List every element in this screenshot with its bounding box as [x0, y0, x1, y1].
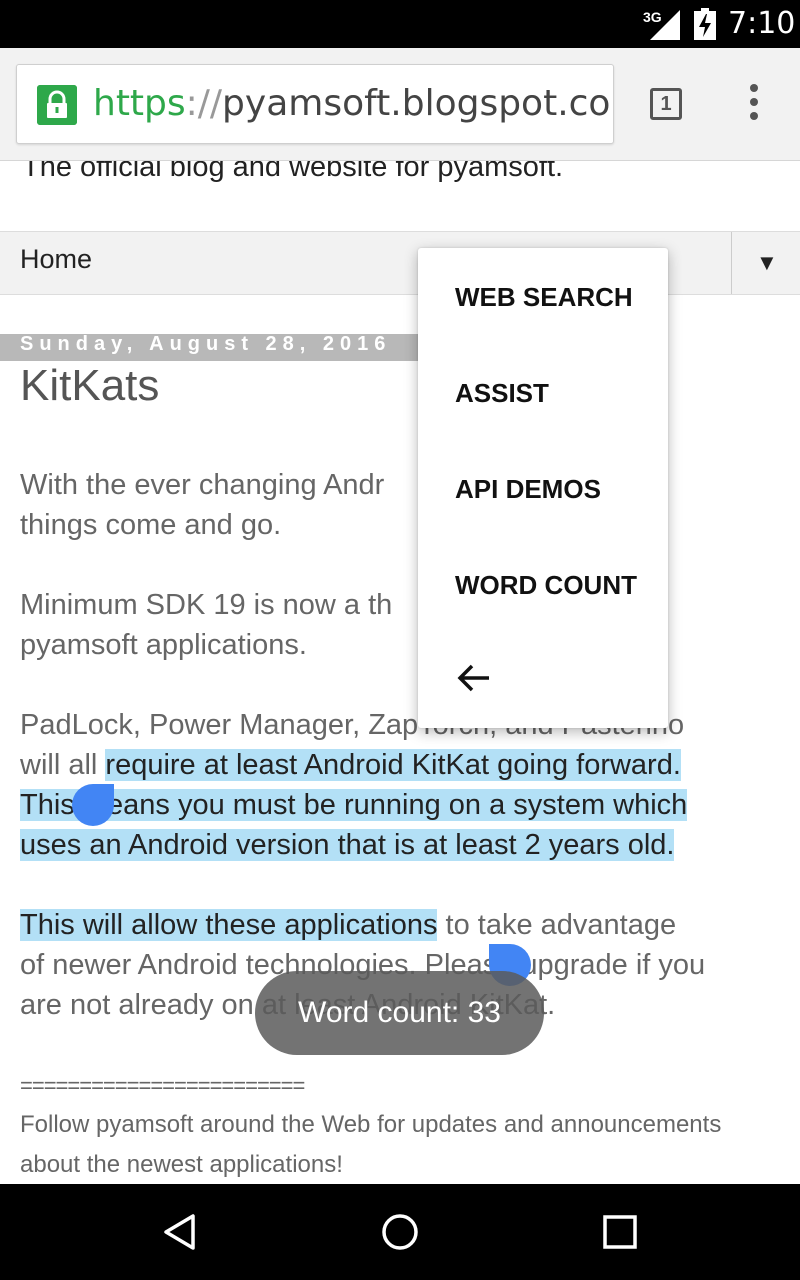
- post-title[interactable]: KitKats: [20, 361, 159, 411]
- url-separator: ://: [185, 83, 223, 124]
- lock-icon: [37, 85, 77, 125]
- clock: 7:10: [728, 6, 796, 41]
- menu-item-assist[interactable]: ASSIST: [455, 378, 549, 409]
- nav-home-link[interactable]: Home: [20, 244, 92, 275]
- status-bar: 3G 7:10: [0, 0, 800, 48]
- nav-divider: [731, 232, 732, 294]
- blog-tagline: The official blog and website for pyamso…: [22, 161, 564, 183]
- home-icon[interactable]: [380, 1212, 420, 1252]
- selected-text[interactable]: This will allow these applications: [20, 909, 438, 941]
- url-text: https://pyamsoft.blogspot.com/2: [93, 83, 613, 124]
- battery-charging-icon: [694, 8, 716, 40]
- menu-item-api-demos[interactable]: API DEMOS: [455, 474, 601, 505]
- selected-text[interactable]: This means you must be running on a syst…: [20, 789, 688, 821]
- paragraph-line: This will allow these applications to ta…: [20, 905, 676, 945]
- nav-dropdown-arrow-icon[interactable]: ▼: [756, 250, 778, 276]
- text-selection-menu: WEB SEARCH ASSIST API DEMOS WORD COUNT: [418, 248, 668, 728]
- menu-item-word-count[interactable]: WORD COUNT: [455, 570, 637, 601]
- paragraph-line: things come and go.: [20, 509, 282, 541]
- blog-nav: Home ▼: [0, 231, 800, 295]
- toast-message: Word count: 33: [255, 971, 544, 1055]
- text-run: Minimum SDK 19 is now a th: [20, 589, 393, 621]
- selection-start-handle[interactable]: [72, 784, 114, 826]
- tab-switcher-button[interactable]: 1: [650, 88, 682, 120]
- selected-text[interactable]: require at least Android KitKat going fo…: [105, 749, 681, 781]
- url-host: pyamsoft.blogspot.com/2: [222, 83, 613, 124]
- overflow-menu-icon[interactable]: [746, 84, 762, 128]
- back-icon[interactable]: [160, 1212, 200, 1252]
- follow-text: Follow pyamsoft around the Web for updat…: [20, 1111, 722, 1178]
- paragraph-line: uses an Android version that is at least…: [20, 825, 675, 865]
- text-run: will all: [20, 749, 106, 781]
- text-run: With the ever changing Andr: [20, 469, 385, 501]
- menu-item-web-search[interactable]: WEB SEARCH: [455, 282, 633, 313]
- url-bar[interactable]: https://pyamsoft.blogspot.com/2: [16, 64, 614, 144]
- signal-icon: [650, 10, 680, 40]
- paragraph-line: This means you must be running on a syst…: [20, 785, 688, 825]
- paragraph-line: will all require at least Android KitKat…: [20, 745, 681, 785]
- text-run: to take advantage: [437, 909, 677, 941]
- url-scheme: https: [93, 83, 186, 124]
- arrow-back-icon[interactable]: [456, 660, 492, 696]
- post-date: Sunday, August 28, 2016: [20, 333, 392, 355]
- paragraph-line: pyamsoft applications.: [20, 629, 307, 661]
- separator-rule: ========================: [20, 1073, 305, 1098]
- selected-text[interactable]: uses an Android version that is at least…: [20, 829, 675, 861]
- recents-icon[interactable]: [602, 1214, 638, 1250]
- browser-toolbar: https://pyamsoft.blogspot.com/2 1: [0, 48, 800, 161]
